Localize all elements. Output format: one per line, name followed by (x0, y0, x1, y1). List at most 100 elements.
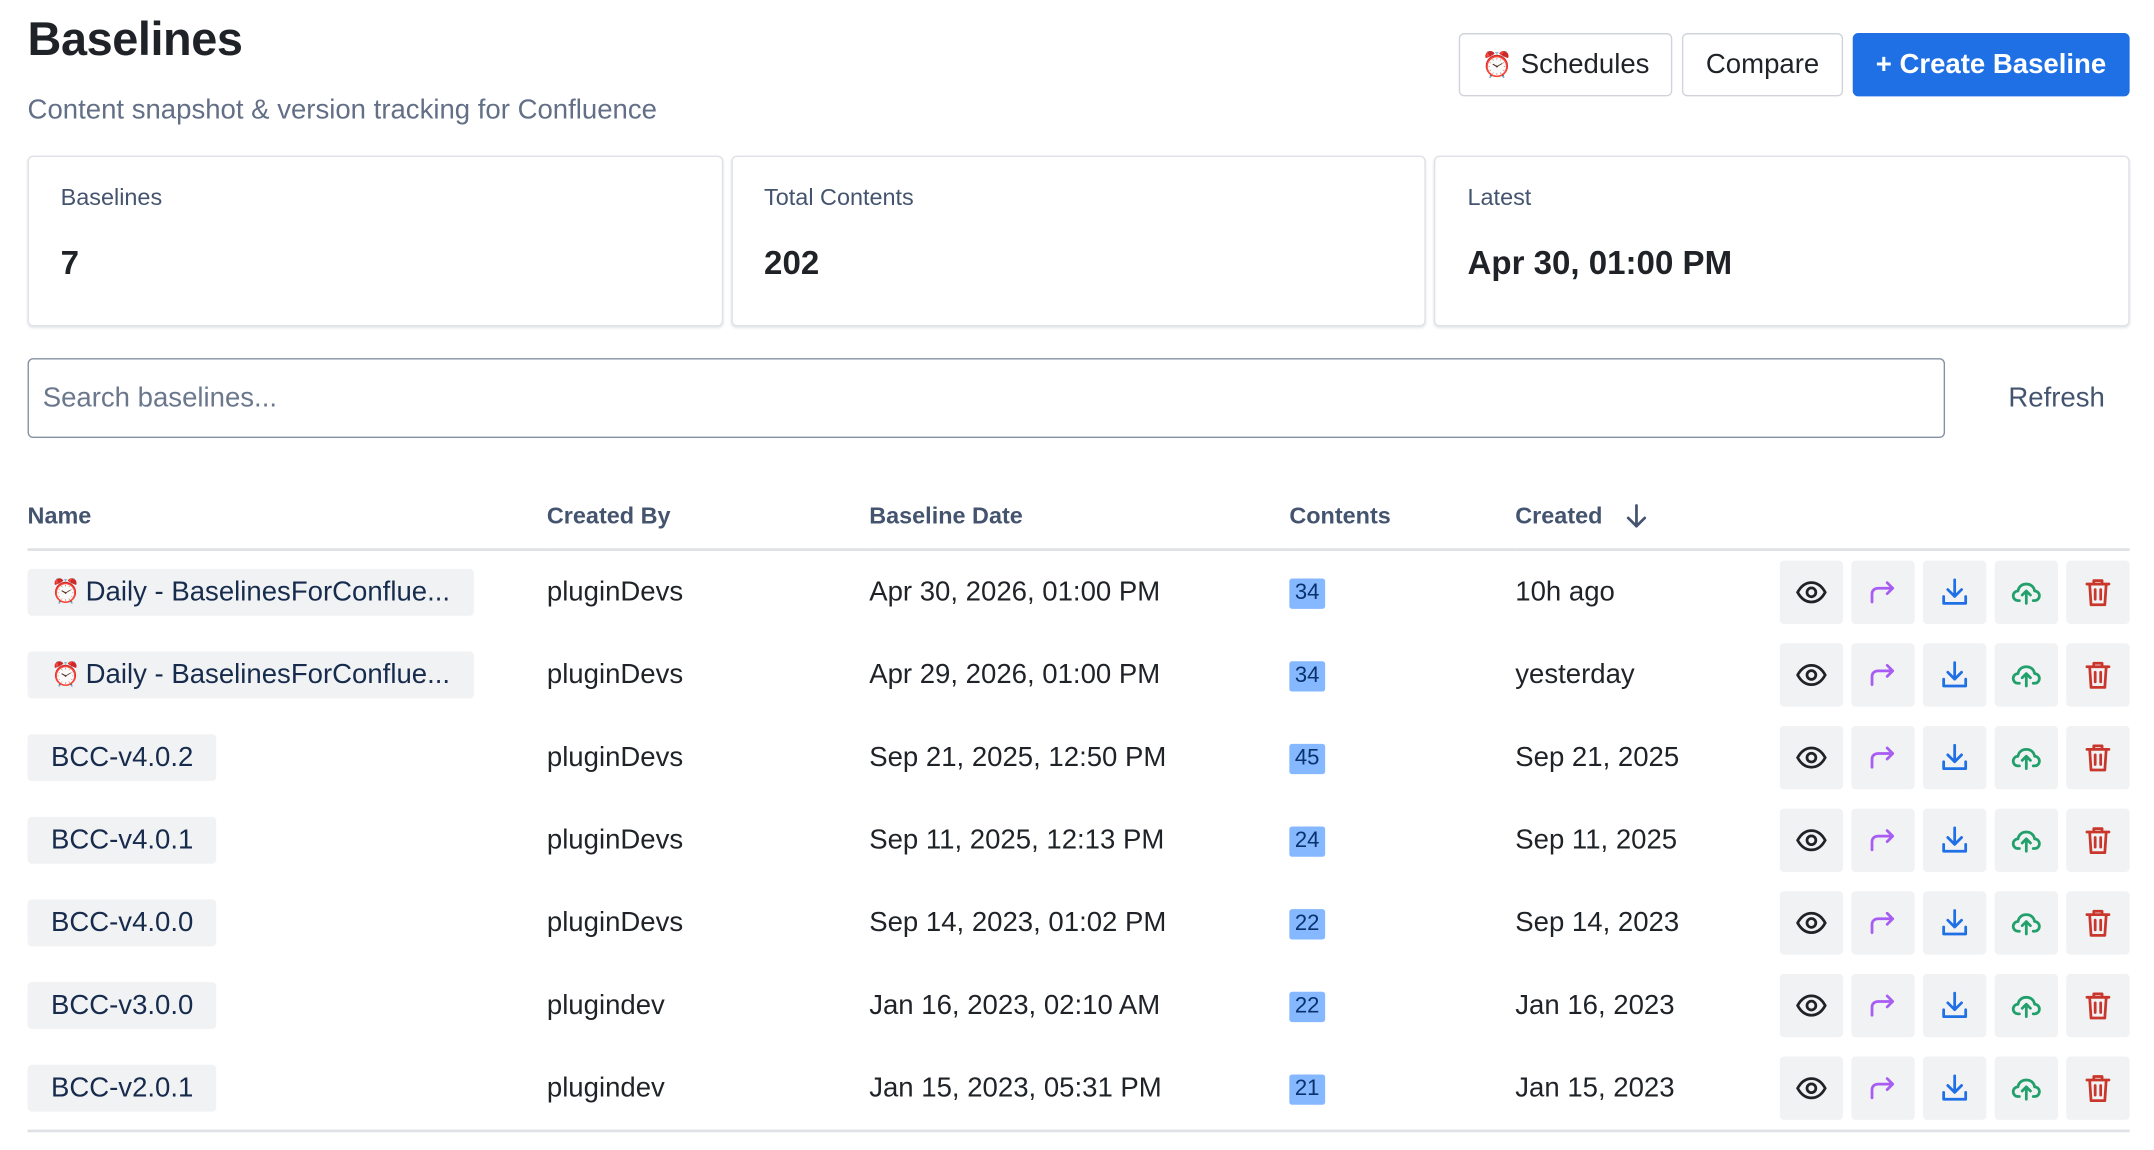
cell-name: BCC-v4.0.1 (27, 799, 547, 882)
table-row[interactable]: ⏰ Daily - BaselinesForConflue... pluginD… (27, 550, 2130, 634)
trash-icon (2085, 1075, 2111, 1103)
delete-button[interactable] (2066, 808, 2130, 872)
stat-label: Total Contents (764, 184, 914, 211)
contents-count-badge: 45 (1289, 743, 1325, 775)
contents-count-badge: 34 (1289, 578, 1325, 609)
download-button[interactable] (1922, 643, 1987, 707)
create-baseline-button[interactable]: + Create Baseline (1852, 33, 2130, 97)
download-button[interactable] (1922, 973, 1987, 1038)
download-icon (1942, 826, 1968, 853)
download-button[interactable] (1922, 560, 1987, 625)
download-icon (1942, 909, 1968, 936)
table-row[interactable]: ⏰ Daily - BaselinesForConflue... pluginD… (27, 634, 2130, 717)
table-row[interactable]: BCC-v2.0.1 plugindev Jan 15, 2023, 05:31… (27, 1046, 2130, 1133)
search-input[interactable] (27, 358, 1946, 439)
baseline-name: Daily - BaselinesForConflue... (85, 659, 451, 690)
baseline-name-link[interactable]: ⏰ Daily - BaselinesForConflue... (27, 568, 474, 616)
download-button[interactable] (1922, 808, 1987, 872)
upload-button[interactable] (1994, 643, 2058, 707)
upload-button[interactable] (1994, 1056, 2058, 1120)
download-button[interactable] (1922, 725, 1987, 790)
cell-contents: 34 (1289, 550, 1515, 634)
stat-label: Latest (1467, 184, 1532, 211)
download-icon (1942, 991, 1968, 1018)
compare-button[interactable]: Compare (1682, 33, 1843, 97)
cell-created-by: pluginDevs (546, 907, 684, 938)
upload-cloud-icon (2011, 995, 2041, 1018)
baseline-name-link[interactable]: BCC-v2.0.1 (27, 1064, 217, 1112)
download-icon (1942, 743, 1968, 771)
share-arrow-icon (1870, 911, 1895, 934)
view-button[interactable] (1779, 560, 1844, 625)
column-header-created-by[interactable]: Created By (546, 484, 870, 551)
upload-cloud-icon (2011, 747, 2041, 771)
title-block: Baselines Content snapshot & version tra… (28, 14, 657, 127)
delete-button[interactable] (2066, 560, 2130, 625)
delete-button[interactable] (2066, 1056, 2130, 1120)
view-button[interactable] (1779, 808, 1844, 872)
download-button[interactable] (1922, 1056, 1987, 1120)
column-header-name[interactable]: Name (27, 484, 547, 551)
delete-button[interactable] (2066, 973, 2130, 1038)
table-row[interactable]: BCC-v4.0.0 pluginDevs Sep 14, 2023, 01:0… (27, 882, 2130, 965)
eye-icon (1796, 581, 1827, 604)
stat-label: Baselines (60, 184, 163, 211)
refresh-button[interactable]: Refresh (1984, 382, 2130, 414)
share-arrow-icon (1870, 581, 1895, 604)
cell-name: BCC-v4.0.0 (27, 882, 547, 965)
table-header-row: Name Created By Baseline Date Contents C… (27, 484, 2130, 551)
baseline-name-link[interactable]: BCC-v4.0.0 (27, 899, 217, 947)
delete-button[interactable] (2066, 643, 2130, 707)
contents-count-badge: 22 (1289, 991, 1325, 1023)
cell-baseline-date: Sep 14, 2023, 01:02 PM (869, 907, 1167, 938)
delete-button[interactable] (2066, 725, 2130, 790)
cell-contents: 34 (1289, 634, 1515, 717)
column-header-actions (1776, 484, 2130, 551)
download-icon (1942, 1074, 1968, 1101)
restore-button[interactable] (1851, 725, 1915, 790)
baseline-name: BCC-v3.0.0 (50, 989, 194, 1021)
upload-button[interactable] (1994, 725, 2058, 790)
page-subtitle: Content snapshot & version tracking for … (27, 95, 657, 126)
cell-created: 10h ago (1515, 576, 1615, 607)
share-arrow-icon (1870, 746, 1895, 769)
baseline-name-link[interactable]: ⏰ Daily - BaselinesForConflue... (27, 651, 474, 699)
restore-button[interactable] (1851, 973, 1915, 1038)
table-row[interactable]: BCC-v3.0.0 plugindev Jan 16, 2023, 02:10… (27, 964, 2130, 1047)
stat-card-total-contents: Total Contents 202 (731, 155, 1427, 327)
schedules-button[interactable]: ⏰ Schedules (1458, 33, 1673, 97)
restore-button[interactable] (1851, 560, 1915, 625)
view-button[interactable] (1779, 973, 1844, 1038)
cell-actions (1777, 964, 2130, 1047)
restore-button[interactable] (1851, 808, 1915, 872)
restore-button[interactable] (1851, 643, 1915, 707)
column-header-contents[interactable]: Contents (1289, 484, 1516, 551)
baseline-name-link[interactable]: BCC-v3.0.0 (27, 982, 217, 1029)
download-button[interactable] (1922, 891, 1987, 955)
view-button[interactable] (1779, 891, 1844, 955)
baseline-name-link[interactable]: BCC-v4.0.1 (27, 816, 217, 864)
upload-button[interactable] (1994, 808, 2058, 872)
cell-baseline-date: Jan 15, 2023, 05:31 PM (869, 1046, 1290, 1133)
upload-button[interactable] (1994, 973, 2058, 1038)
column-header-created[interactable]: Created (1515, 484, 1777, 551)
view-button[interactable] (1779, 725, 1844, 790)
table-row[interactable]: BCC-v4.0.2 pluginDevs Sep 21, 2025, 12:5… (27, 716, 2130, 799)
eye-icon (1796, 1077, 1827, 1100)
restore-button[interactable] (1851, 891, 1915, 955)
delete-button[interactable] (2066, 891, 2130, 955)
trash-icon (2085, 661, 2111, 689)
baseline-name: BCC-v2.0.1 (50, 1072, 194, 1103)
baselines-table: Name Created By Baseline Date Contents C… (27, 484, 2130, 1133)
table-row[interactable]: BCC-v4.0.1 pluginDevs Sep 11, 2025, 12:1… (27, 799, 2130, 882)
column-header-baseline-date[interactable]: Baseline Date (869, 484, 1290, 551)
cell-actions (1777, 799, 2130, 882)
baseline-name-link[interactable]: BCC-v4.0.2 (27, 734, 217, 782)
upload-button[interactable] (1994, 891, 2058, 955)
stat-value: 7 (60, 245, 80, 283)
restore-button[interactable] (1851, 1056, 1915, 1120)
contents-count-badge: 22 (1289, 909, 1325, 940)
view-button[interactable] (1779, 643, 1844, 707)
upload-button[interactable] (1994, 560, 2058, 625)
view-button[interactable] (1779, 1056, 1844, 1120)
